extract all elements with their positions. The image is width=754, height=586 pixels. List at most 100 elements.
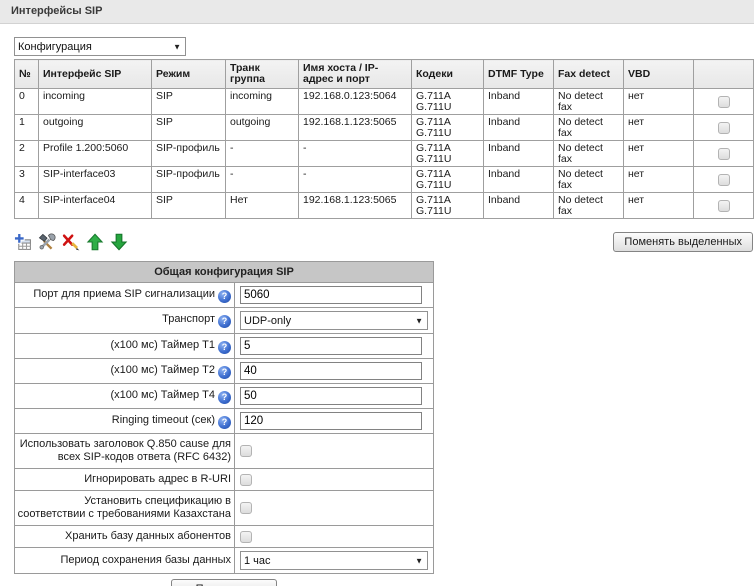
column-header-fax-detect: Fax detect [554,60,624,89]
column-header-num: № [15,60,39,89]
cell-mode: SIP-профиль [152,141,226,167]
timer-t1-input[interactable] [240,337,422,355]
form-row: (x100 мс) Таймер T2? [15,359,434,384]
page-title: Интерфейсы SIP [11,5,102,17]
row-select-checkbox[interactable] [718,200,730,212]
help-icon[interactable]: ? [218,391,231,404]
cell-trunk-group: outgoing [226,115,299,141]
transport-select[interactable]: UDP-only [240,311,428,330]
cell-dtmf-type: Inband [484,115,554,141]
cell-dtmf-type: Inband [484,89,554,115]
column-header-mode: Режим [152,60,226,89]
form-row: (x100 мс) Таймер T4? [15,384,434,409]
cell-fax-detect: No detect fax [554,167,624,193]
cell-select [694,89,754,115]
db-save-period-select[interactable]: 1 час [240,551,428,570]
cell-select [694,167,754,193]
cell-codecs: G.711A G.711U [412,141,484,167]
form-row: Использовать заголовок Q.850 cause для в… [15,434,434,469]
sip-interfaces-table: № Интерфейс SIP Режим Транк группа Имя х… [14,59,754,219]
table-row: 1 outgoing SIP outgoing 192.168.1.123:50… [15,115,754,141]
apply-row: Применить [14,579,434,586]
row-select-checkbox[interactable] [718,96,730,108]
ringing-timeout-input[interactable] [240,412,422,430]
field-label: Транспорт [162,313,215,325]
move-down-icon [110,233,128,251]
timer-t4-input[interactable] [240,387,422,405]
transport-dropdown[interactable]: UDP-only ▼ [240,311,428,330]
cell-num: 3 [15,167,39,193]
move-down-button[interactable] [110,233,128,251]
cell-mode: SIP [152,115,226,141]
move-up-button[interactable] [86,233,104,251]
add-icon [14,233,32,251]
cell-interface: Profile 1.200:5060 [39,141,152,167]
form-row: Ringing timeout (сек)? [15,409,434,434]
row-select-checkbox[interactable] [718,122,730,134]
cell-host: 192.168.1.123:5065 [299,115,412,141]
cell-interface: SIP-interface03 [39,167,152,193]
config-select[interactable]: Конфигурация [14,37,186,56]
column-header-interface: Интерфейс SIP [39,60,152,89]
main-content: Конфигурация ▼ № Интерфейс SIP Режим Тра… [0,24,754,586]
cell-codecs: G.711A G.711U [412,167,484,193]
help-icon[interactable]: ? [218,290,231,303]
form-title: Общая конфигурация SIP [15,262,434,283]
cell-host: - [299,167,412,193]
column-header-vbd: VBD [624,60,694,89]
cell-fax-detect: No detect fax [554,141,624,167]
cell-num: 4 [15,193,39,219]
cell-num: 2 [15,141,39,167]
delete-interface-button[interactable] [62,233,80,251]
q850-cause-checkbox[interactable] [240,445,252,457]
form-row: Порт для приема SIP сигнализации? [15,283,434,308]
cell-interface: SIP-interface04 [39,193,152,219]
kazakhstan-spec-checkbox[interactable] [240,502,252,514]
timer-t2-input[interactable] [240,362,422,380]
cell-host: 192.168.0.123:5064 [299,89,412,115]
column-header-dtmf-type: DTMF Type [484,60,554,89]
cell-vbd: нет [624,89,694,115]
tools-icon [38,233,56,251]
cell-select [694,193,754,219]
cell-select [694,115,754,141]
db-save-period-dropdown[interactable]: 1 час ▼ [240,551,428,570]
cell-dtmf-type: Inband [484,141,554,167]
form-row: Хранить базу данных абонентов [15,526,434,548]
cell-dtmf-type: Inband [484,193,554,219]
column-header-codecs: Кодеки [412,60,484,89]
field-label: (x100 мс) Таймер T4 [110,389,215,401]
row-select-checkbox[interactable] [718,174,730,186]
cell-host: - [299,141,412,167]
cell-vbd: нет [624,115,694,141]
cell-interface: incoming [39,89,152,115]
apply-button[interactable]: Применить [171,579,278,586]
field-label: Игнорировать адрес в R-URI [84,473,231,485]
cell-trunk-group: Нет [226,193,299,219]
help-icon[interactable]: ? [218,315,231,328]
cell-vbd: нет [624,141,694,167]
ignore-ruri-checkbox[interactable] [240,474,252,486]
cell-vbd: нет [624,193,694,219]
field-label: (x100 мс) Таймер T1 [110,339,215,351]
help-icon[interactable]: ? [218,416,231,429]
swap-selected-button[interactable]: Поменять выделенных [613,232,753,252]
column-header-trunk-group: Транк группа [226,60,299,89]
help-icon[interactable]: ? [218,366,231,379]
field-label: Установить спецификацию в соответствии с… [18,495,231,520]
form-row: Установить спецификацию в соответствии с… [15,491,434,526]
help-icon[interactable]: ? [218,341,231,354]
form-row: Транспорт? UDP-only ▼ [15,308,434,334]
add-interface-button[interactable] [14,233,32,251]
sip-port-input[interactable] [240,286,422,304]
table-header-row: № Интерфейс SIP Режим Транк группа Имя х… [15,60,754,89]
cell-vbd: нет [624,167,694,193]
field-label: Хранить базу данных абонентов [65,530,231,542]
field-label: Порт для приема SIP сигнализации [33,288,215,300]
edit-interface-button[interactable] [38,233,56,251]
config-dropdown[interactable]: Конфигурация ▼ [14,37,186,56]
row-select-checkbox[interactable] [718,148,730,160]
cell-codecs: G.711A G.711U [412,89,484,115]
store-subscribers-db-checkbox[interactable] [240,531,252,543]
cell-trunk-group: - [226,167,299,193]
